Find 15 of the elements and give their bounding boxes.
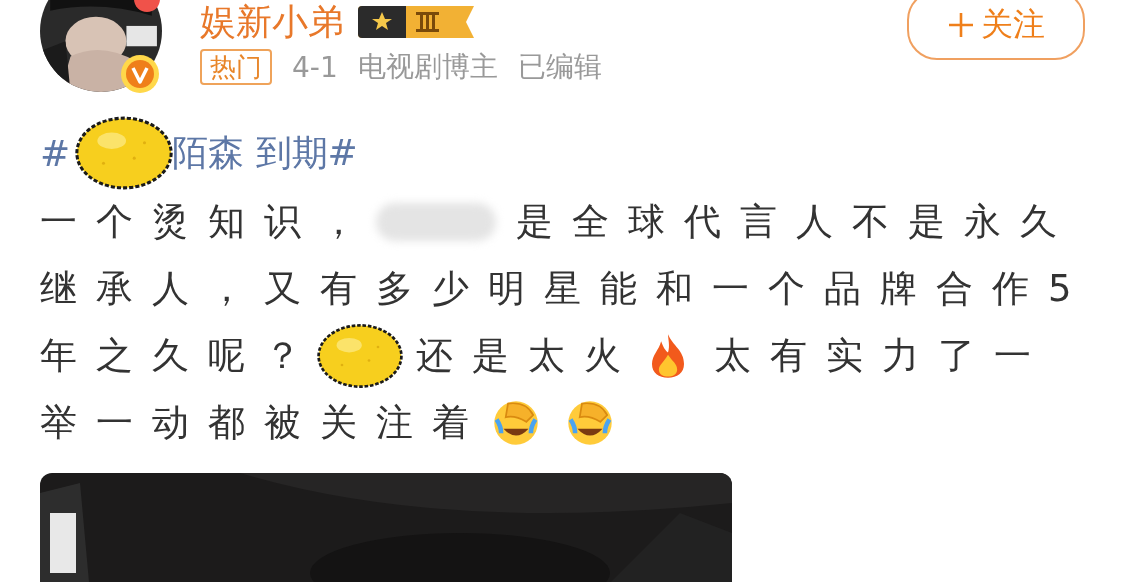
- post-text: 还是太火: [416, 332, 640, 379]
- post-text: 太有实力了一: [714, 332, 1050, 379]
- post-text: 年之久呢？: [40, 332, 320, 379]
- post-meta: 4-1: [292, 50, 338, 84]
- post-text: 是全球代言人不是永久: [516, 198, 1076, 245]
- hashtag-link[interactable]: #: [40, 132, 71, 174]
- post-text: 举一动都被关注着: [40, 399, 488, 446]
- post-text: 继承人，又有多少明星能和一个品牌合作5: [40, 265, 1091, 312]
- post-text: 一个烫知识，: [40, 198, 376, 245]
- post-meta: 电视剧博主: [357, 49, 498, 85]
- username[interactable]: 娱新小弟: [200, 2, 344, 42]
- post-meta: 已编辑: [517, 49, 602, 85]
- hashtag-link[interactable]: 陌森 到期#: [172, 128, 358, 178]
- follow-button[interactable]: 关注: [907, 0, 1085, 60]
- hot-tag: 热门: [200, 49, 272, 85]
